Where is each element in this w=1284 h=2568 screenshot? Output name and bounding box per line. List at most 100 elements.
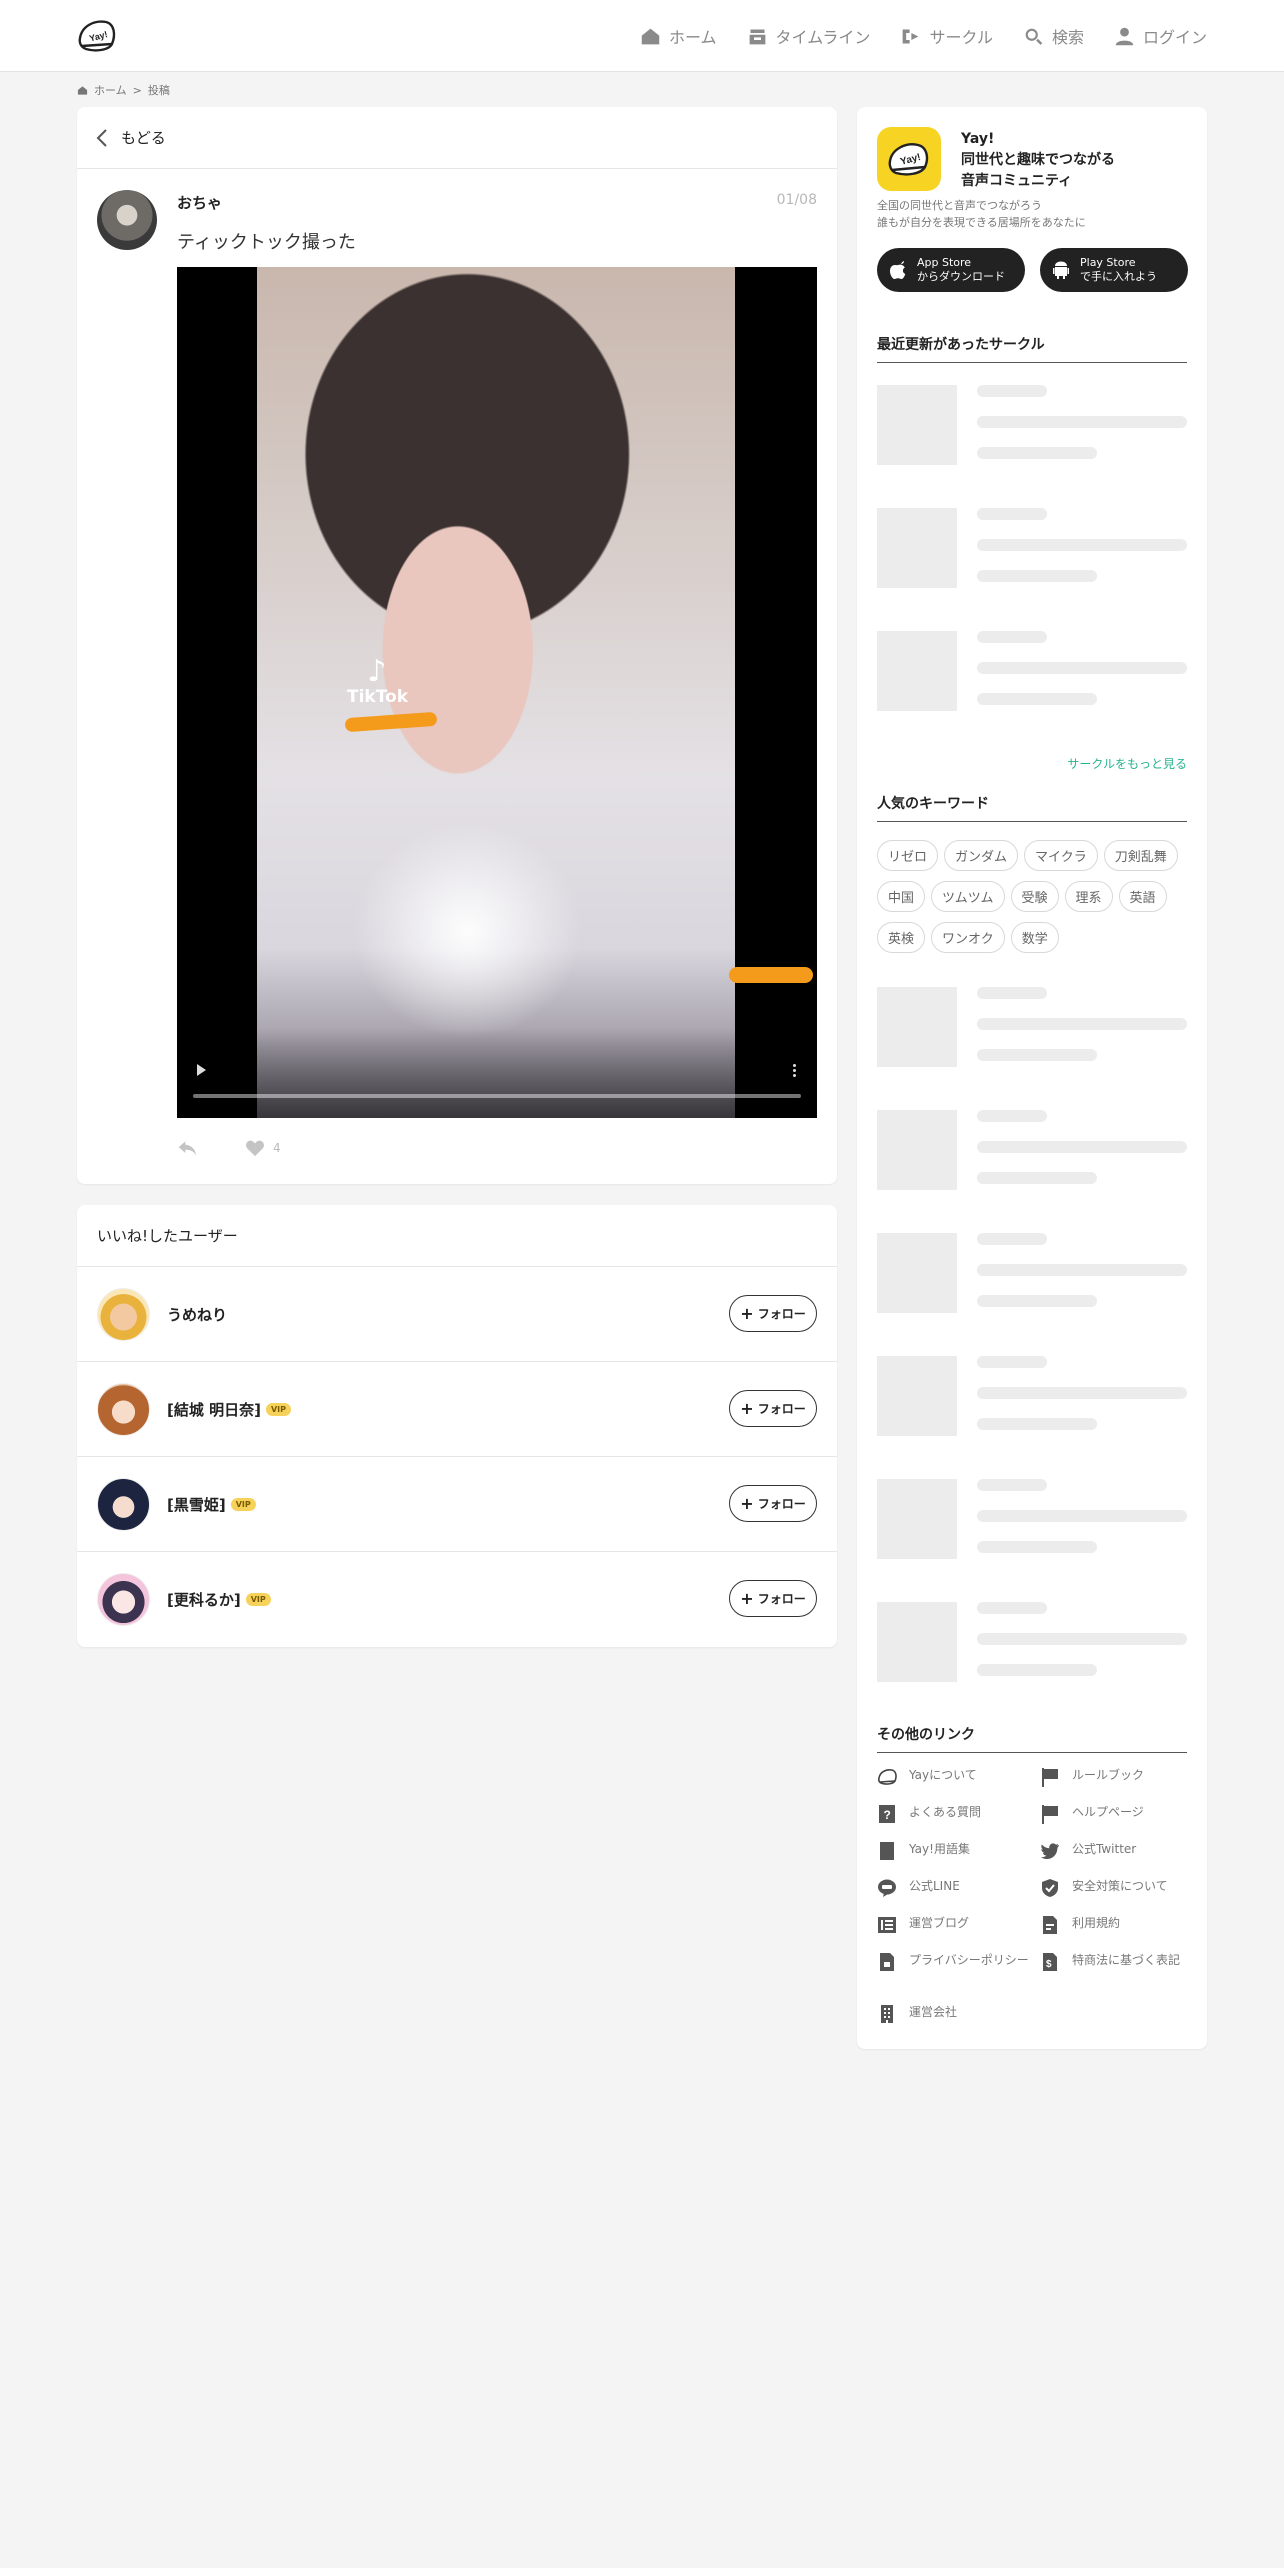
app-desc-line: 誰もが自分を表現できる居場所をあなたに: [877, 216, 1086, 229]
link-label: 安全対策について: [1072, 1879, 1168, 1893]
skeleton-line: [977, 1264, 1187, 1276]
skeleton-line: [977, 1479, 1047, 1491]
link-label: Yayについて: [909, 1768, 977, 1782]
link-glossary[interactable]: Yay!用語集: [877, 1841, 1037, 1861]
nav-search[interactable]: 検索: [1023, 24, 1084, 48]
link-blog[interactable]: 運営ブログ: [877, 1915, 1037, 1935]
link-faq[interactable]: ? よくある質問: [877, 1804, 1037, 1824]
link-label: 利用規約: [1072, 1916, 1121, 1930]
skeleton-line: [977, 1141, 1187, 1153]
app-name-line: Yay!: [961, 131, 995, 147]
skeleton-image: [877, 631, 957, 711]
keyword-tag[interactable]: マイクラ: [1024, 840, 1098, 871]
app-store-button[interactable]: App Store からダウンロード: [877, 248, 1025, 292]
blog-icon: [878, 1917, 896, 1933]
link-commerce-law[interactable]: $ 特商法に基づく表記: [1040, 1952, 1200, 1972]
skeleton-item: [877, 1356, 1187, 1438]
liked-users-card: いいね!したユーザー うめねり + フォロー ⁅結城 明日奈⁆ VIP + フォロー …: [77, 1205, 837, 1647]
skeleton-line: [977, 1172, 1097, 1184]
list-item: うめねり + フォロー: [77, 1267, 837, 1362]
link-privacy[interactable]: プライバシーポリシー: [877, 1952, 1037, 1972]
follow-button[interactable]: + フォロー: [729, 1485, 817, 1522]
video-player[interactable]: ♪ TikTok: [177, 267, 817, 1118]
top-header: Yay! ホーム タイムライン サークル 検索 ログイン: [0, 0, 1284, 72]
nav-login[interactable]: ログイン: [1114, 24, 1207, 48]
nav-circle[interactable]: サークル: [900, 24, 993, 48]
keyword-tag[interactable]: 中国: [877, 881, 926, 912]
link-safety[interactable]: 安全対策について: [1040, 1878, 1200, 1898]
keyword-tag[interactable]: ツムツム: [931, 881, 1005, 912]
skeleton-line: [977, 1664, 1097, 1676]
follow-label: フォロー: [757, 1497, 806, 1511]
tiktok-note-icon: ♪: [367, 654, 387, 689]
avatar[interactable]: [97, 1478, 150, 1531]
skeleton-image: [877, 1356, 957, 1436]
user-name[interactable]: ⁅更科るか⁆ VIP: [167, 1589, 271, 1610]
link-about-yay[interactable]: Yayについて: [877, 1767, 1037, 1787]
keyword-tag[interactable]: 英語: [1118, 881, 1167, 912]
keyword-tag[interactable]: 理系: [1064, 881, 1113, 912]
user-name[interactable]: ⁅黒雪姫⁆ VIP: [167, 1494, 256, 1515]
keyword-tag[interactable]: 受験: [1010, 881, 1059, 912]
video-progress-bar[interactable]: [193, 1094, 801, 1098]
play-button[interactable]: [197, 1064, 206, 1076]
apple-icon: [890, 261, 906, 279]
skeleton-line: [977, 1418, 1097, 1430]
user-name[interactable]: ⁅結城 明日奈⁆ VIP: [167, 1399, 291, 1420]
list-item: ⁅結城 明日奈⁆ VIP + フォロー: [77, 1362, 837, 1457]
skeleton-item: [877, 1110, 1187, 1192]
app-desc-line: 全国の同世代と音声でつながろう: [877, 199, 1042, 212]
avatar[interactable]: [97, 1383, 150, 1436]
skeleton-line: [977, 385, 1047, 397]
keyword-tag[interactable]: 数学: [1010, 922, 1059, 953]
post-card: もどる おちゃ 01/08 ティックトック撮った ♪ TikTok 4: [77, 107, 837, 1184]
search-icon: [1025, 28, 1043, 45]
link-label: Yay!用語集: [909, 1842, 970, 1856]
follow-button[interactable]: + フォロー: [729, 1580, 817, 1617]
more-circles-link[interactable]: サークルをもっと見る: [1067, 755, 1187, 772]
breadcrumb-home[interactable]: ホーム: [94, 82, 127, 98]
yay-logo-icon: Yay!: [888, 143, 929, 176]
keyword-tag[interactable]: リゼロ: [877, 840, 939, 871]
keyword-tag[interactable]: ガンダム: [944, 840, 1019, 871]
nav-timeline[interactable]: タイムライン: [747, 24, 870, 48]
follow-button[interactable]: + フォロー: [729, 1390, 817, 1427]
avatar[interactable]: [97, 1288, 150, 1341]
video-more-options-icon[interactable]: [793, 1064, 797, 1078]
user-name-text: うめねり: [167, 1306, 228, 1324]
link-twitter[interactable]: 公式Twitter: [1040, 1841, 1200, 1861]
play-store-button[interactable]: Play Store で手に入れよう: [1040, 248, 1188, 292]
skeleton-line: [977, 570, 1097, 582]
post-author-avatar[interactable]: [97, 190, 157, 250]
flag-icon: [1042, 1805, 1058, 1824]
user-icon: [1115, 27, 1134, 45]
back-button[interactable]: もどる: [77, 107, 837, 169]
reply-button[interactable]: [177, 1139, 197, 1157]
link-rulebook[interactable]: ルールブック: [1040, 1767, 1200, 1787]
nav-login-label: ログイン: [1142, 28, 1207, 47]
follow-button[interactable]: + フォロー: [729, 1295, 817, 1332]
avatar[interactable]: [97, 1573, 150, 1626]
app-store-line2: からダウンロード: [917, 270, 1005, 283]
link-company[interactable]: 運営会社: [877, 2004, 1037, 2024]
like-button[interactable]: 4: [245, 1139, 281, 1157]
reply-icon: [178, 1141, 197, 1156]
nav-home[interactable]: ホーム: [640, 24, 717, 48]
play-store-line2: で手に入れよう: [1080, 270, 1157, 283]
keyword-tag[interactable]: 刀剣乱舞: [1103, 840, 1178, 871]
keyword-tags: リゼロ ガンダム マイクラ 刀剣乱舞 中国 ツムツム 受験 理系 英語 英検 ワ…: [877, 840, 1192, 953]
skeleton-line: [977, 1110, 1047, 1122]
link-terms[interactable]: 利用規約: [1040, 1915, 1200, 1935]
yay-logo-icon[interactable]: Yay!: [76, 16, 118, 56]
link-label: プライバシーポリシー: [909, 1953, 1029, 1967]
link-line[interactable]: 公式LINE: [877, 1878, 1037, 1898]
skeleton-line: [977, 1602, 1047, 1614]
keyword-tag[interactable]: 英検: [877, 922, 926, 953]
user-name-text: ⁅更科るか⁆: [167, 1591, 241, 1609]
user-name[interactable]: うめねり: [167, 1304, 227, 1325]
keyword-tag[interactable]: ワンオク: [931, 922, 1005, 953]
app-description: 全国の同世代と音声でつながろう 誰もが自分を表現できる居場所をあなたに: [877, 197, 1086, 231]
link-help[interactable]: ヘルプページ: [1040, 1804, 1200, 1824]
post-author-name[interactable]: おちゃ: [177, 192, 222, 213]
follow-label: フォロー: [757, 1592, 806, 1606]
